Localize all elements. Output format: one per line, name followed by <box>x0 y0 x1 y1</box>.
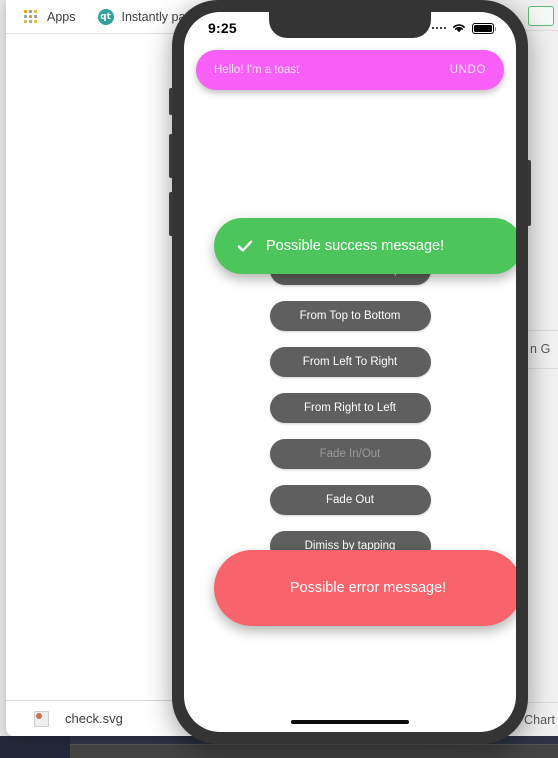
check-icon <box>237 240 253 252</box>
wifi-icon <box>453 24 465 33</box>
battery-icon <box>472 22 496 34</box>
button-fade-in-out: Fade In/Out <box>269 439 431 469</box>
status-bar-time: 9:25 <box>208 20 237 36</box>
phone-notch <box>269 12 431 38</box>
toast-success-message: Possible success message! <box>266 238 445 254</box>
button-from-right-to-left[interactable]: From Right to Left <box>269 393 431 423</box>
bookmark-apps-label[interactable]: Apps <box>47 10 76 24</box>
screenshot-root: n G Chart New Folder Apps qt Instantly p… <box>0 0 558 758</box>
toast-error[interactable]: Possible error message! <box>214 550 516 626</box>
bookmark-favicon-qt: qt <box>97 8 114 25</box>
home-indicator[interactable] <box>291 720 409 724</box>
file-manager-row[interactable]: New Folder <box>0 744 558 758</box>
volume-down-button[interactable] <box>169 192 172 236</box>
background-green-chip <box>528 6 554 26</box>
button-label: From Left To Right <box>302 356 398 368</box>
button-from-top-to-bottom[interactable]: From Top to Bottom <box>269 301 431 331</box>
phone-device-frame: 9:25 From Top to Bottom From Left To Rig… <box>169 0 531 744</box>
button-label: From Right to Left <box>303 402 397 414</box>
background-text-fragment-chart: Chart <box>524 713 556 727</box>
background-text-fragment-ng: n G <box>530 342 551 356</box>
phone-screen: 9:25 From Top to Bottom From Left To Rig… <box>184 12 516 732</box>
button-label: Fade Out <box>326 494 374 506</box>
toast-default-undo-action[interactable]: UNDO <box>450 64 486 76</box>
signal-dots-icon <box>431 26 446 30</box>
power-button[interactable] <box>528 160 531 226</box>
silent-switch-button[interactable] <box>169 88 172 115</box>
apps-grid-icon[interactable] <box>24 9 38 24</box>
taskbar-left-block <box>0 736 70 758</box>
status-bar-indicators <box>431 22 496 34</box>
toast-error-message: Possible error message! <box>289 580 447 596</box>
button-label: From Top to Bottom <box>299 310 401 322</box>
bookmark-item-label[interactable]: Instantly pa <box>122 10 186 24</box>
button-fade-out[interactable]: Fade Out <box>269 485 431 515</box>
svg-file-icon <box>34 710 49 727</box>
button-label: Fade In/Out <box>319 448 381 460</box>
toast-default-message: Hello! I'm a toast <box>214 64 300 76</box>
download-item-filename[interactable]: check.svg <box>65 711 123 726</box>
volume-up-button[interactable] <box>169 134 172 178</box>
toast-success[interactable]: Possible success message! <box>214 218 516 274</box>
toast-default[interactable]: Hello! I'm a toast UNDO <box>196 50 504 90</box>
button-from-left-to-right[interactable]: From Left To Right <box>269 347 431 377</box>
